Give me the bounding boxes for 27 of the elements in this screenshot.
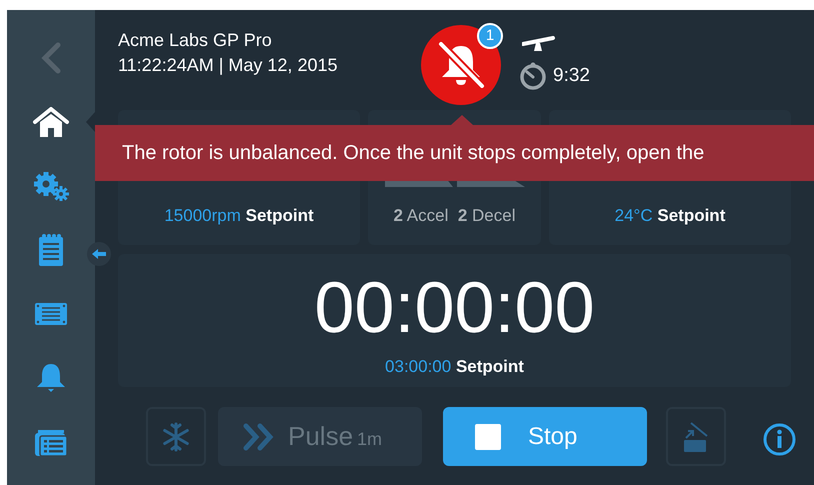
device-title: Acme Labs GP Pro	[118, 29, 273, 52]
rotor-icon	[522, 36, 555, 52]
double-chevron-icon	[243, 422, 275, 450]
stop-button[interactable]: Stop	[443, 407, 647, 466]
stop-square-icon	[475, 424, 501, 450]
speed-setpoint: 15000rpm Setpoint	[164, 204, 314, 226]
info-button[interactable]	[763, 422, 796, 456]
gears-icon	[32, 171, 70, 201]
home-icon	[33, 107, 69, 137]
count-badge: 1	[477, 23, 503, 49]
timer-setpoint: 03:00:00 Setpoint	[385, 356, 524, 378]
lid-open-icon	[684, 422, 708, 452]
calendar-list-icon	[35, 428, 67, 456]
panel-icon	[35, 303, 67, 325]
timer-value: 00:00:00	[314, 268, 595, 348]
muted-bell-icon	[436, 42, 486, 88]
banner-message: The rotor is unbalanced. Once the unit stops completely, open the	[122, 141, 704, 166]
clipboard-icon	[38, 234, 64, 266]
stopwatch-icon	[519, 62, 547, 90]
snowflake-icon	[161, 422, 191, 452]
run-time: 9:32	[553, 64, 590, 88]
ramp-rates: 2 Accel 2 Decel	[394, 204, 516, 226]
arrow-icon	[92, 249, 106, 259]
date-time: 11:22:24AM | May 12, 2015	[118, 54, 338, 77]
bell-icon	[36, 363, 66, 393]
back-icon	[41, 42, 61, 74]
temperature-setpoint: 24°C Setpoint	[614, 204, 726, 226]
